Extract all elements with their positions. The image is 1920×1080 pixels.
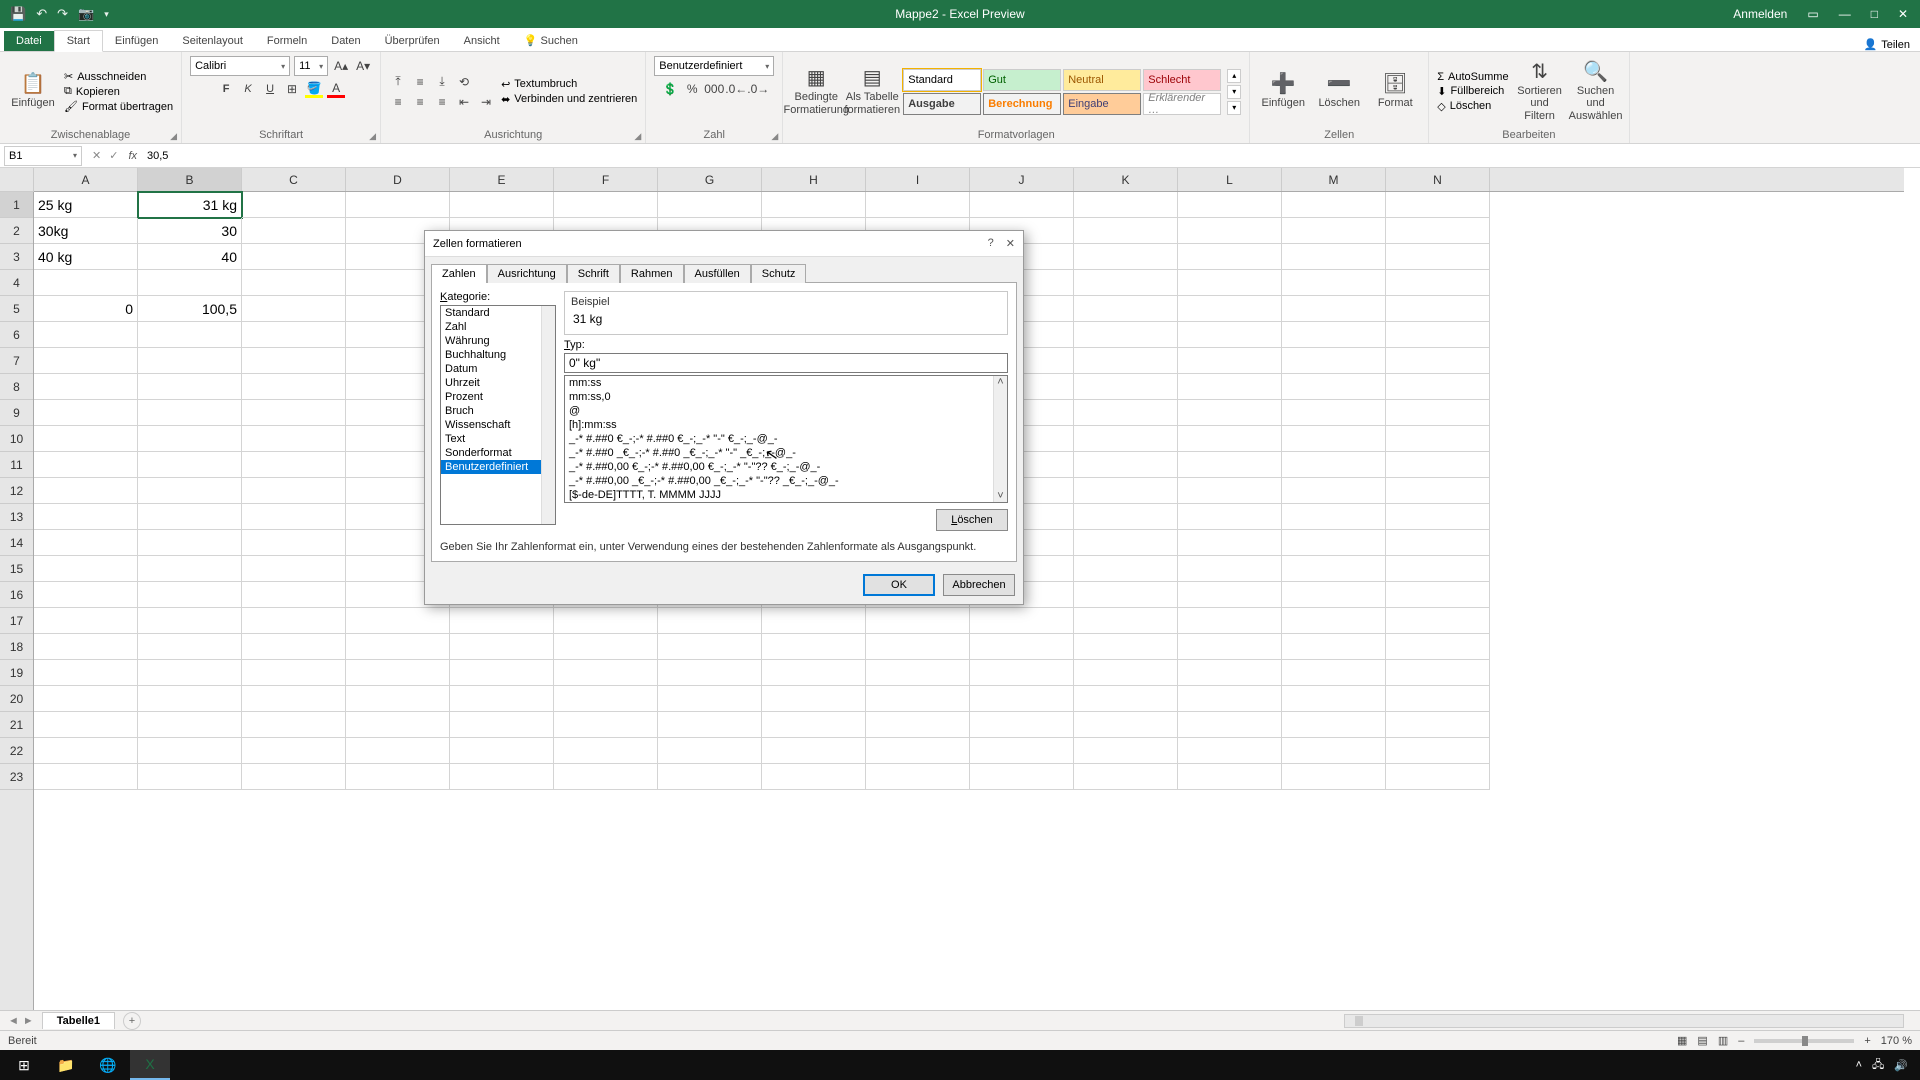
dialog-help-icon[interactable]: ? [988, 237, 994, 250]
cancel-button[interactable]: Abbrechen [943, 574, 1015, 596]
delete-format-button[interactable]: Löschen [936, 509, 1008, 531]
sample-box: Beispiel 31 kg [564, 291, 1008, 335]
dialog-title: Zellen formatieren [433, 238, 522, 250]
format-item[interactable]: #.##0,00 € [565, 502, 1007, 503]
ok-button[interactable]: OK [863, 574, 935, 596]
dialog-tab-ausrichtung[interactable]: Ausrichtung [487, 264, 567, 283]
category-item[interactable]: Standard [441, 306, 555, 320]
category-item[interactable]: Sonderformat [441, 446, 555, 460]
format-item[interactable]: [$-de-DE]TTTT, T. MMMM JJJJ [565, 488, 1007, 502]
category-item[interactable]: Bruch [441, 404, 555, 418]
category-item[interactable]: Datum [441, 362, 555, 376]
category-item[interactable]: Buchhaltung [441, 348, 555, 362]
modal-overlay: Zellen formatieren ? ✕ Zahlen Ausrichtun… [0, 0, 1920, 1080]
category-item[interactable]: Währung [441, 334, 555, 348]
format-item[interactable]: _-* #.##0 €_-;-* #.##0 €_-;_-* "-" €_-;_… [565, 432, 1007, 446]
dialog-tab-rahmen[interactable]: Rahmen [620, 264, 684, 283]
dialog-hint: Geben Sie Ihr Zahlenformat ein, unter Ve… [440, 541, 1008, 553]
format-listbox[interactable]: mm:ssmm:ss,0@[h]:mm:ss_-* #.##0 €_-;-* #… [564, 375, 1008, 503]
format-item[interactable]: _-* #.##0 _€_-;-* #.##0 _€_-;_-* "-" _€_… [565, 446, 1007, 460]
category-item[interactable]: Zahl [441, 320, 555, 334]
category-item[interactable]: Text [441, 432, 555, 446]
category-item[interactable]: Prozent [441, 390, 555, 404]
category-item[interactable]: Benutzerdefiniert [441, 460, 555, 474]
format-item[interactable]: @ [565, 404, 1007, 418]
type-input[interactable] [564, 353, 1008, 373]
format-item[interactable]: mm:ss [565, 376, 1007, 390]
dialog-tab-schutz[interactable]: Schutz [751, 264, 807, 283]
format-item[interactable]: _-* #.##0,00 _€_-;-* #.##0,00 _€_-;_-* "… [565, 474, 1007, 488]
listbox-scrollbar[interactable] [541, 306, 555, 524]
format-cells-dialog: Zellen formatieren ? ✕ Zahlen Ausrichtun… [424, 230, 1024, 605]
category-listbox[interactable]: StandardZahlWährungBuchhaltungDatumUhrze… [440, 305, 556, 525]
sample-value: 31 kg [571, 312, 1001, 326]
format-item[interactable]: mm:ss,0 [565, 390, 1007, 404]
dialog-tab-ausfuellen[interactable]: Ausfüllen [684, 264, 751, 283]
format-item[interactable]: _-* #.##0,00 €_-;-* #.##0,00 €_-;_-* "-"… [565, 460, 1007, 474]
category-label: Kategorie: [440, 291, 556, 303]
format-item[interactable]: [h]:mm:ss [565, 418, 1007, 432]
dialog-tab-schrift[interactable]: Schrift [567, 264, 620, 283]
category-item[interactable]: Uhrzeit [441, 376, 555, 390]
category-item[interactable]: Wissenschaft [441, 418, 555, 432]
dialog-tab-zahlen[interactable]: Zahlen [431, 264, 487, 283]
dialog-close-icon[interactable]: ✕ [1006, 237, 1015, 250]
type-label: Typ: [564, 339, 1008, 351]
listbox-scrollbar[interactable]: ˄˅ [993, 376, 1007, 502]
